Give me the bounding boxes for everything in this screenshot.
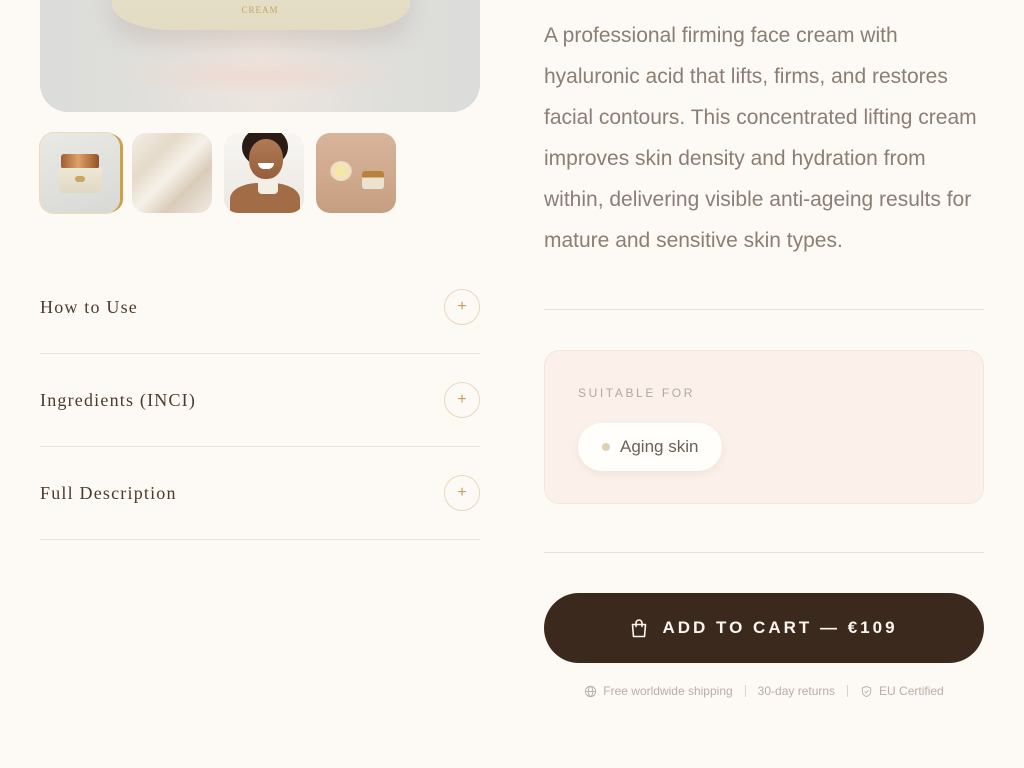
trust-shipping-text: Free worldwide shipping (603, 684, 733, 698)
shield-check-icon (861, 685, 872, 697)
trust-certified: EU Certified (860, 684, 944, 698)
divider (544, 309, 984, 310)
accordion-title: Ingredients (INCI) (40, 389, 197, 410)
globe-icon (585, 685, 597, 697)
suitable-for-panel: SUITABLE FOR Aging skin (544, 350, 984, 504)
trust-separator (744, 685, 746, 697)
skin-type-chip: Aging skin (578, 423, 723, 471)
trust-badges: Free worldwide shipping 30-day returns E… (544, 683, 984, 699)
thumb-flowers-jar[interactable] (316, 133, 396, 213)
jar-logo-graphic (75, 176, 85, 182)
product-description: A professional firming face cream with h… (544, 24, 977, 252)
trust-shipping: Free worldwide shipping (584, 684, 733, 698)
accordion-full-description[interactable]: Full Description + (40, 447, 480, 540)
product-details-accordion: How to Use + Ingredients (INCI) + Full D… (40, 261, 480, 540)
accordion-how-to-use[interactable]: How to Use + (40, 261, 480, 354)
thumb-model[interactable] (224, 133, 304, 213)
flower-graphic (330, 161, 352, 181)
model-jar-graphic (258, 179, 278, 194)
model-face-graphic (249, 139, 283, 179)
plus-icon[interactable]: + (444, 475, 480, 511)
small-jar-graphic (362, 171, 384, 189)
divider (544, 552, 984, 553)
suitable-for-label: SUITABLE FOR (578, 386, 695, 400)
add-to-cart-label: ADD TO CART — €109 (662, 618, 898, 637)
jar-label: CREAM (241, 5, 279, 15)
add-to-cart-button[interactable]: ADD TO CART — €109 (544, 593, 984, 663)
thumbnail-strip (39, 132, 396, 214)
thumb-cream-texture[interactable] (132, 133, 212, 213)
jar-lid-graphic (61, 154, 99, 169)
trust-certified-text: EU Certified (879, 684, 944, 698)
chip-dot-icon (602, 443, 610, 451)
jar-shadow (100, 55, 420, 95)
chip-label: Aging skin (620, 437, 699, 456)
accordion-ingredients[interactable]: Ingredients (INCI) + (40, 354, 480, 447)
main-product-image: CREAM (40, 0, 480, 112)
trust-returns: 30-day returns (758, 684, 835, 698)
accordion-title: How to Use (40, 296, 138, 317)
plus-icon[interactable]: + (444, 289, 480, 325)
thumb-jar[interactable] (39, 132, 121, 214)
trust-returns-text: 30-day returns (757, 684, 836, 698)
plus-icon[interactable]: + (444, 382, 480, 418)
trust-separator (847, 685, 849, 697)
shopping-bag-icon (632, 619, 647, 638)
accordion-title: Full Description (40, 482, 177, 503)
